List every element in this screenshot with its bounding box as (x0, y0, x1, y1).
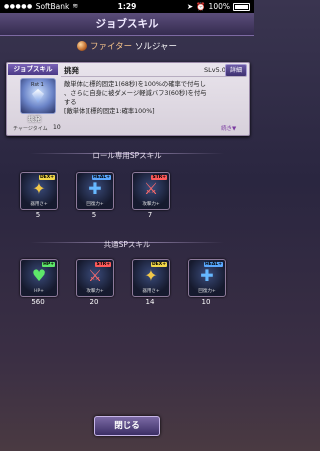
sword-icon: ⚔ (143, 179, 159, 198)
charge-time-label: チャージタイム (13, 126, 48, 132)
battery-percent: 100% (208, 2, 230, 11)
skill-level: SLv5.0 (204, 66, 226, 74)
sp-skill-card[interactable]: HP+ ♥ HP+ (20, 259, 58, 297)
job-breadcrumb: ファイター ソルジャー (0, 40, 254, 54)
sword-icon: ⚔ (87, 266, 103, 285)
desc-line: 、さらに自身に被ダメージ軽減バフ3(60秒)を付与 (64, 90, 207, 97)
heal-icon: ✚ (200, 266, 214, 285)
skill-name: 挑発 (64, 66, 79, 75)
common-sp-heading: 共通SPスキル (103, 240, 151, 249)
sp-skill-card[interactable]: DEX+ ✦ 器用さ+ (20, 172, 58, 210)
sp-stat-caption: 回復力+ (86, 202, 104, 207)
sp-stat-caption: 回復力+ (198, 289, 216, 294)
desc-line: [敵単体][標的固定1:確率100%] (64, 108, 155, 115)
sp-skill-card[interactable]: HEAL+ ✚ 回復力+ (188, 259, 226, 297)
sp-stat-value: 14 (145, 298, 155, 306)
dexterity-icon: ✦ (144, 266, 158, 285)
sp-stat-caption: 攻撃力+ (86, 289, 104, 294)
desc-line: する (64, 99, 77, 106)
sp-stat-value: 7 (147, 211, 153, 219)
sp-skill-card[interactable]: STR+ ⚔ 攻撃力+ (132, 172, 170, 210)
sp-stat-value: 560 (31, 298, 45, 306)
sp-skill-card[interactable]: HEAL+ ✚ 回復力+ (76, 172, 114, 210)
sp-skill-card[interactable]: STR+ ⚔ 攻撃力+ (76, 259, 114, 297)
page-title: ジョブスキル (0, 13, 254, 36)
heal-icon: ✚ (88, 179, 102, 198)
skill-icon-label: 挑発 (28, 115, 41, 123)
desc-line: 敵単体に標的固定1(68秒)を100%の確率で付与し (64, 81, 206, 88)
role-sp-heading: ロール専用SPスキル (92, 151, 162, 160)
sp-stat-value: 20 (89, 298, 99, 306)
divider (61, 76, 246, 77)
sp-skill-card[interactable]: DEX+ ✦ 器用さ+ (132, 259, 170, 297)
job-crystal-icon (77, 41, 88, 51)
sp-stat-caption: 攻撃力+ (142, 202, 160, 207)
taunt-skill-icon: Rst 1 (20, 78, 56, 114)
skill-description: 敵単体に標的固定1(68秒)を100%の確率で付与し 、さらに自身に被ダメージ軽… (64, 80, 214, 116)
sp-stat-caption: 器用さ+ (142, 289, 160, 294)
job-skill-name: ソルジャー (134, 42, 177, 52)
sp-stat-value: 10 (201, 298, 211, 306)
sp-stat-value: 5 (91, 211, 97, 219)
dexterity-icon: ✦ (32, 179, 46, 198)
heart-icon: ♥ (31, 266, 47, 285)
skill-icon-level: Rst 1 (31, 82, 44, 88)
read-more-link[interactable]: 続き▼ (221, 124, 236, 132)
job-name: ファイター (90, 42, 133, 52)
location-icon: ➤ (186, 2, 194, 11)
status-bar: ●●●●● SoftBank ≋ 1:29 ➤ ⏰ 100% (0, 0, 254, 13)
status-right: ➤ ⏰ 100% (187, 0, 250, 13)
job-skill-panel: ジョブスキル 挑発 SLv5.0 詳細 Rst 1 挑発 チャージタイム 10 … (6, 62, 250, 136)
crystal-icon (32, 89, 44, 103)
battery-icon (233, 3, 250, 11)
alarm-icon: ⏰ (196, 2, 206, 11)
job-skill-tag: ジョブスキル (8, 64, 58, 75)
sp-stat-value: 5 (35, 211, 41, 219)
sp-stat-caption: 器用さ+ (30, 202, 48, 207)
sp-stat-caption: HP+ (34, 289, 44, 294)
close-button[interactable]: 閉じる (94, 416, 160, 436)
charge-time-value: 10 (53, 124, 61, 131)
